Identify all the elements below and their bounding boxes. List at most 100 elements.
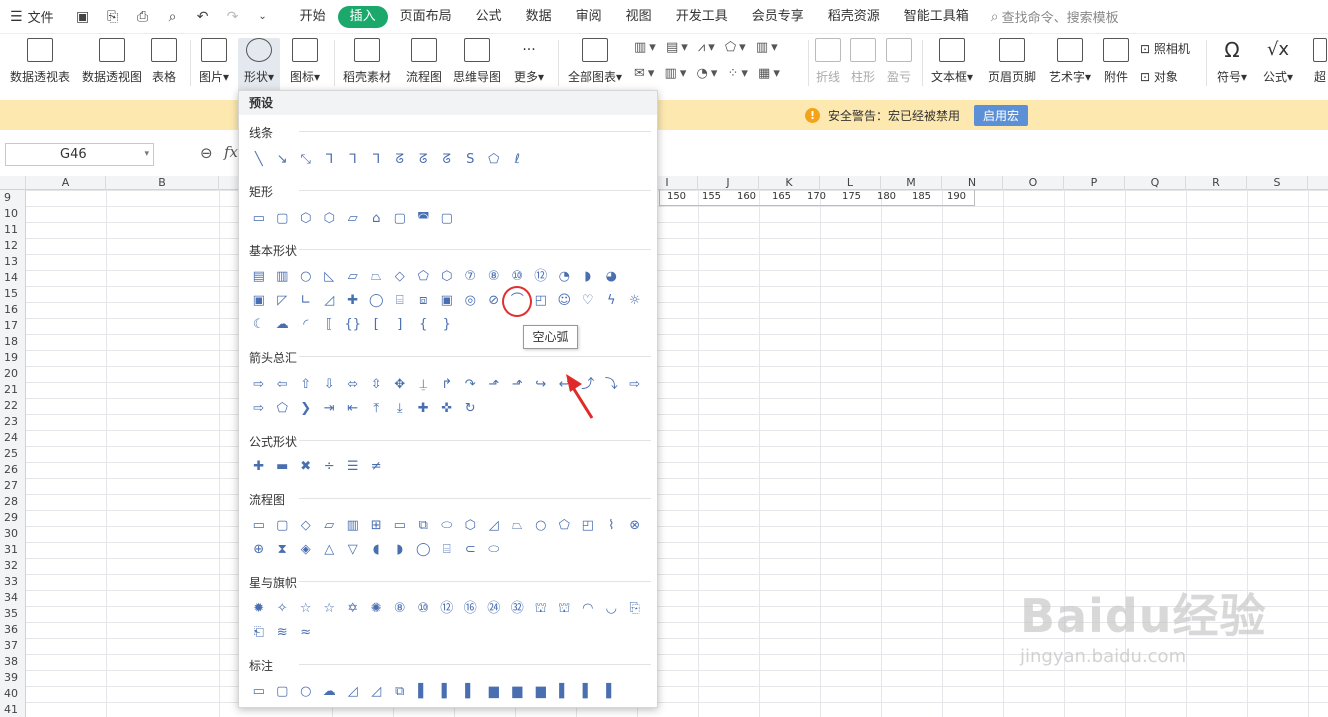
down-arrow-callout-icon[interactable]: ⤓ (388, 398, 412, 418)
accent-border-callout-1-icon[interactable]: ▌ (553, 681, 577, 701)
row-header-40[interactable]: 40 (0, 686, 26, 702)
column-header-m[interactable]: M (881, 176, 942, 190)
file-menu[interactable]: ☰ 文件 (0, 0, 64, 34)
flowchart-connector-icon[interactable]: ○ (529, 515, 553, 535)
flowchart-offpage-connector-icon[interactable]: ⬠ (553, 515, 577, 535)
star-icon[interactable]: ☆ (318, 598, 342, 618)
column-header-p[interactable]: P (1064, 176, 1125, 190)
column-header-s[interactable]: S (1247, 176, 1308, 190)
tab-page-layout[interactable]: 页面布局 (388, 6, 464, 28)
pivot-chart-button[interactable]: 数据透视图 (80, 38, 144, 85)
flowchart-terminator-icon[interactable]: ⬭ (435, 515, 459, 535)
tab-view[interactable]: 视图 (614, 6, 664, 28)
diagonal-stripe-icon[interactable]: ◿ (318, 290, 342, 310)
row-header-28[interactable]: 28 (0, 494, 26, 510)
cell-value[interactable]: 165 (764, 191, 799, 202)
corner-cell[interactable] (0, 176, 26, 190)
accent-callout-3-icon[interactable]: ▌ (459, 681, 483, 701)
line-callout-1-icon[interactable]: ◿ (341, 681, 365, 701)
bent-up-arrow-icon[interactable]: ⬏ (506, 374, 530, 394)
print-icon[interactable]: ⎙ (134, 9, 152, 25)
flowchart-punched-tape-icon[interactable]: ⌇ (600, 515, 624, 535)
quad-arrow-icon[interactable]: ✥ (388, 374, 412, 394)
four-point-star-icon[interactable]: ✧ (271, 598, 295, 618)
row-header-24[interactable]: 24 (0, 430, 26, 446)
row-header-16[interactable]: 16 (0, 302, 26, 318)
flowchart-merge-icon[interactable]: ▽ (341, 539, 365, 559)
six-point-star-icon[interactable]: ✡ (341, 598, 365, 618)
row-header-32[interactable]: 32 (0, 558, 26, 574)
row-header-41[interactable]: 41 (0, 702, 26, 717)
striped-right-arrow-icon[interactable]: ⇨ (623, 374, 647, 394)
flowchart-extract-icon[interactable]: △ (318, 539, 342, 559)
cell-value[interactable]: 190 (939, 191, 974, 202)
equal-shape-icon[interactable]: ☰ (341, 456, 365, 476)
oval-callout-icon[interactable]: ○ (294, 681, 318, 701)
table-button[interactable]: 表格 (148, 38, 180, 85)
circular-arrow-icon[interactable]: ↻ (459, 398, 483, 418)
text-box-shape-icon[interactable]: ▤ (247, 266, 271, 286)
export-pdf-icon[interactable]: ⎘ (104, 9, 122, 25)
formula-button[interactable]: √x 公式▾ (1258, 38, 1298, 85)
left-right-arrow-callout-icon[interactable]: ✚ (412, 398, 436, 418)
left-arrow-callout-icon[interactable]: ⇤ (341, 398, 365, 418)
redo-icon[interactable]: ↷ (224, 9, 242, 25)
cell-value[interactable]: 175 (834, 191, 869, 202)
flowchart-sort-icon[interactable]: ◈ (294, 539, 318, 559)
all-charts-button[interactable]: 全部图表▾ (564, 38, 626, 85)
arc-icon[interactable]: ◜ (294, 314, 318, 334)
tab-developer[interactable]: 开发工具 (664, 6, 740, 28)
row-header-21[interactable]: 21 (0, 382, 26, 398)
up-down-arrow-icon[interactable]: ⇳ (365, 374, 389, 394)
flowchart-alternate-process-icon[interactable]: ▢ (271, 515, 295, 535)
row-header-39[interactable]: 39 (0, 670, 26, 686)
tab-home[interactable]: 开始 (288, 6, 338, 28)
vertical-text-box-shape-icon[interactable]: ▥ (271, 266, 295, 286)
row-header-23[interactable]: 23 (0, 414, 26, 430)
folded-corner-icon[interactable]: ◰ (529, 290, 553, 310)
left-arrow-icon[interactable]: ⇦ (271, 374, 295, 394)
trapezoid-icon[interactable]: ⏢ (365, 266, 389, 286)
flowchart-decision-icon[interactable]: ◇ (294, 515, 318, 535)
row-header-13[interactable]: 13 (0, 254, 26, 270)
picture-button[interactable]: 图片▾ (196, 38, 232, 85)
cell-value[interactable]: 170 (799, 191, 834, 202)
snip-same-side-rectangle-icon[interactable]: ⬡ (318, 208, 342, 228)
quad-arrow-callout-icon[interactable]: ✜ (435, 398, 459, 418)
flowchart-multidocument-icon[interactable]: ⧉ (412, 515, 436, 535)
frame-icon[interactable]: ▣ (247, 290, 271, 310)
cross-shape-icon[interactable]: ✚ (341, 290, 365, 310)
column-header-k[interactable]: K (759, 176, 820, 190)
up-arrow-callout-icon[interactable]: ⤒ (365, 398, 389, 418)
row-header-37[interactable]: 37 (0, 638, 26, 654)
arrow-line-shape-icon[interactable]: ↘ (271, 149, 295, 169)
round-corner-rectangle-icon[interactable]: ▢ (388, 208, 412, 228)
docer-material-button[interactable]: 稻壳素材 (340, 38, 394, 85)
snip-diagonal-rectangle-icon[interactable]: ▱ (341, 208, 365, 228)
attachment-button[interactable]: 附件 (1100, 38, 1132, 85)
shape-button[interactable]: 形状▾ (238, 38, 280, 92)
tab-member[interactable]: 会员专享 (740, 6, 816, 28)
sparkline-winloss-button[interactable]: 盈亏 (884, 38, 914, 85)
chart-type-icons-row2[interactable]: ✉▾ ▥▾ ◔▾ ⁘▾ ▦▾ (634, 66, 783, 81)
can-icon[interactable]: ⌸ (388, 290, 412, 310)
chevron-down-icon[interactable]: ▾ (144, 144, 149, 165)
cell-value[interactable]: 150 (659, 191, 694, 202)
l-shape-icon[interactable]: ∟ (294, 290, 318, 310)
object-button[interactable]: ⊡ 对象 (1140, 68, 1202, 85)
pentagon-arrow-icon[interactable]: ⬠ (271, 398, 295, 418)
rectangle-icon[interactable]: ▭ (247, 208, 271, 228)
round-same-side-rectangle-icon[interactable]: ◚ (412, 208, 436, 228)
elbow-connector-icon[interactable]: ᒣ (318, 149, 342, 169)
tab-smart-tools[interactable]: 智能工具箱 (892, 6, 981, 28)
row-header-34[interactable]: 34 (0, 590, 26, 606)
row-header-26[interactable]: 26 (0, 462, 26, 478)
accent-callout-2-icon[interactable]: ▌ (435, 681, 459, 701)
twenty-four-point-star-icon[interactable]: ㉔ (482, 598, 506, 618)
curved-right-arrow-icon[interactable]: ↪ (529, 374, 553, 394)
up-arrow-icon[interactable]: ⇧ (294, 374, 318, 394)
cell-value[interactable]: 180 (869, 191, 904, 202)
column-header-j[interactable]: J (698, 176, 759, 190)
chevron-down-icon[interactable]: ⌄ (254, 11, 272, 22)
chevron-icon[interactable]: ❯ (294, 398, 318, 418)
